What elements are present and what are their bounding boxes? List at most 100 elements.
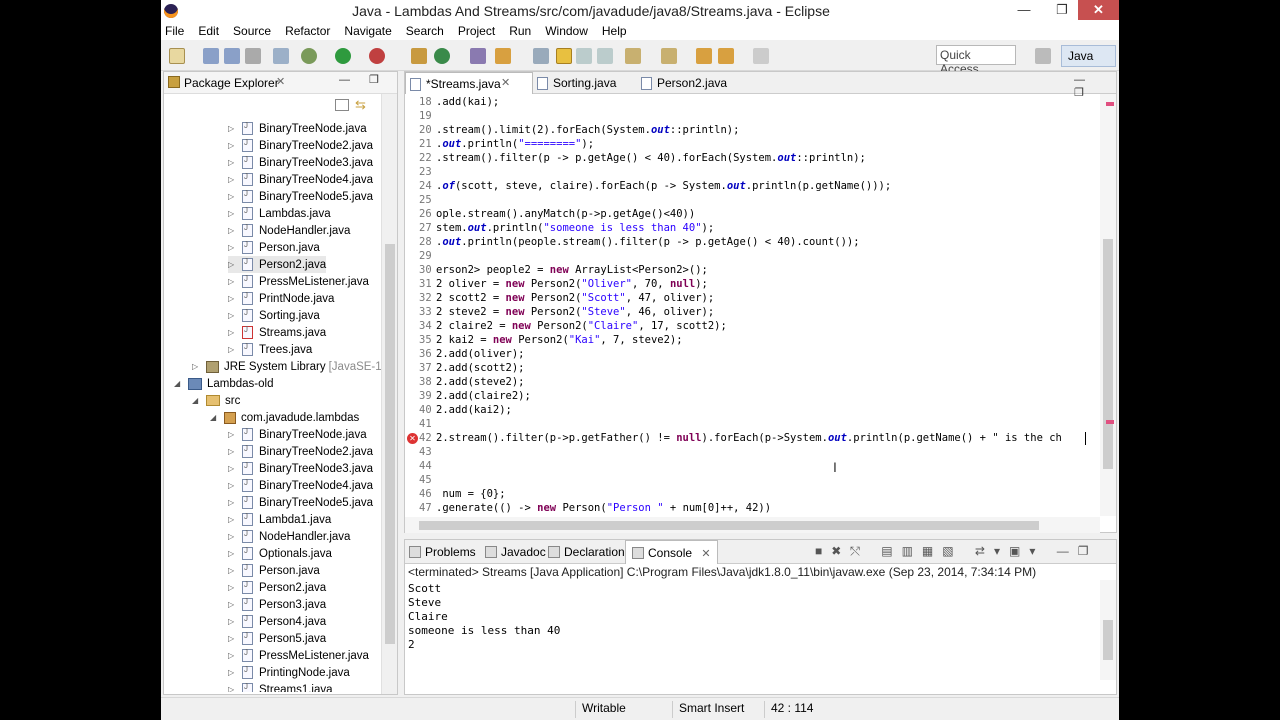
collapse-all-icon[interactable] — [335, 99, 349, 111]
code-line[interactable]: 2 kai2 = new Person2("Kai", 7, steve2); — [436, 334, 683, 346]
menu-file[interactable]: File — [165, 24, 184, 38]
code-line[interactable]: .stream().limit(2).forEach(System.out::p… — [436, 124, 739, 136]
overview-marker[interactable] — [1106, 102, 1114, 106]
tree-item[interactable]: ▷ Person4.java — [228, 613, 326, 630]
code-line[interactable]: 2.add(scott2); — [436, 362, 525, 374]
expand-arrow-icon[interactable]: ▷ — [228, 430, 238, 439]
expand-arrow-icon[interactable]: ▷ — [228, 226, 238, 235]
tree-item[interactable]: ▷ BinaryTreeNode2.java — [228, 443, 373, 460]
tree-item[interactable]: ▷ PressMeListener.java — [228, 647, 369, 664]
tree-item[interactable]: ▷ PrintNode.java — [228, 290, 334, 307]
expand-arrow-icon[interactable]: ▷ — [228, 260, 238, 269]
code-line[interactable]: .generate(() -> new Person("Person " + n… — [436, 502, 771, 514]
tab-person2-java[interactable]: Person2.java — [637, 72, 747, 94]
code-line[interactable]: erson2> people2 = new ArrayList<Person2>… — [436, 264, 708, 276]
expand-arrow-icon[interactable]: ▷ — [228, 294, 238, 303]
java-perspective-button[interactable]: Java — [1061, 45, 1116, 67]
mark-occurrences-icon[interactable] — [556, 48, 572, 64]
tree-item[interactable]: ▷ Person2.java — [228, 256, 327, 273]
last-edit-icon[interactable] — [696, 48, 712, 64]
tree-item[interactable]: ▷ PressMeListener.java — [228, 273, 369, 290]
expand-arrow-icon[interactable]: ▷ — [228, 583, 238, 592]
expand-arrow-icon[interactable]: ▷ — [228, 600, 238, 609]
expand-arrow-icon[interactable]: ▷ — [228, 498, 238, 507]
annotation-icon[interactable] — [533, 48, 549, 64]
new-class-icon[interactable] — [434, 48, 450, 64]
console-toolbar[interactable]: ■✖⤲ ▤▥▦▧ ⇄▾▣▾ —❐ — [815, 544, 1097, 559]
code-line[interactable]: 2.stream().filter(p->p.getFather() != nu… — [436, 432, 1062, 444]
expand-arrow-icon[interactable]: ▷ — [228, 566, 238, 575]
tab-streams-java[interactable]: *Streams.java ✕ — [405, 72, 533, 94]
tree-item[interactable]: ▷ BinaryTreeNode4.java — [228, 171, 373, 188]
close-tab-icon[interactable]: ✕ — [501, 76, 510, 89]
collapse-arrow-icon[interactable]: ◢ — [210, 413, 220, 422]
forward-icon[interactable] — [753, 48, 769, 64]
expand-arrow-icon[interactable]: ▷ — [228, 243, 238, 252]
console-scrollbar[interactable] — [1100, 580, 1116, 680]
tree-item[interactable]: ▷ BinaryTreeNode3.java — [228, 154, 373, 171]
debug-icon[interactable] — [301, 48, 317, 64]
show-whitespace-icon[interactable] — [597, 48, 613, 64]
code-line[interactable]: stem.out.println("someone is less than 4… — [436, 222, 714, 234]
expand-arrow-icon[interactable]: ▷ — [228, 141, 238, 150]
tree-item[interactable]: ▷ BinaryTreeNode.java — [228, 426, 367, 443]
tree-item[interactable]: ▷ NodeHandler.java — [228, 528, 350, 545]
menu-run[interactable]: Run — [509, 24, 531, 38]
error-marker-icon[interactable]: ✕ — [407, 433, 418, 444]
tree-item[interactable]: ▷ Person2.java — [228, 579, 326, 596]
editor-vertical-scrollbar[interactable] — [1100, 94, 1116, 516]
close-tab-icon[interactable]: ✕ — [701, 548, 710, 560]
code-line[interactable]: 2 scott2 = new Person2("Scott", 47, oliv… — [436, 292, 714, 304]
expand-arrow-icon[interactable]: ▷ — [228, 481, 238, 490]
close-button[interactable]: ✕ — [1078, 0, 1119, 20]
tree-item[interactable]: ▷ Person.java — [228, 239, 320, 256]
expand-arrow-icon[interactable]: ▷ — [228, 651, 238, 660]
package-explorer-tab[interactable]: Package Explorer ✕ — ❐ — [164, 72, 397, 94]
print-icon[interactable] — [245, 48, 261, 64]
tree-item[interactable]: ▷ NodeHandler.java — [228, 222, 350, 239]
tree-item[interactable]: ▷ JRE System Library[JavaSE-1.8] — [192, 358, 382, 375]
tree-item[interactable]: ▷ Person5.java — [228, 630, 326, 647]
tree-item[interactable]: ▷ Streams.java — [228, 324, 326, 341]
overview-marker[interactable] — [1106, 420, 1114, 424]
tree-item[interactable]: ▷ PrintingNode.java — [228, 664, 350, 681]
skip-breakpoints-icon[interactable] — [273, 48, 289, 64]
view-controls[interactable]: — ❐ — [339, 73, 387, 86]
tree-item[interactable]: ▷ BinaryTreeNode5.java — [228, 494, 373, 511]
expand-arrow-icon[interactable]: ▷ — [228, 158, 238, 167]
maximize-button[interactable]: ❐ — [1048, 0, 1076, 20]
code-line[interactable]: ople.stream().anyMatch(p->p.getAge()<40)… — [436, 208, 695, 220]
tree-item[interactable]: ▷ Trees.java — [228, 341, 312, 358]
tree-item[interactable]: ▷ BinaryTreeNode4.java — [228, 477, 373, 494]
code-line[interactable]: 2.add(oliver); — [436, 348, 525, 360]
save-all-icon[interactable] — [224, 48, 240, 64]
expand-arrow-icon[interactable]: ▷ — [228, 311, 238, 320]
expand-arrow-icon[interactable]: ▷ — [228, 617, 238, 626]
expand-arrow-icon[interactable]: ▷ — [228, 668, 238, 677]
collapse-arrow-icon[interactable]: ◢ — [174, 379, 184, 388]
menu-navigate[interactable]: Navigate — [344, 24, 391, 38]
back-icon[interactable] — [718, 48, 734, 64]
open-type-icon[interactable] — [470, 48, 486, 64]
code-line[interactable]: .stream().filter(p -> p.getAge() < 40).f… — [436, 152, 866, 164]
next-annotation-icon[interactable] — [625, 48, 641, 64]
close-tab-icon[interactable]: ✕ — [276, 75, 285, 88]
code-line[interactable]: 2.add(steve2); — [436, 376, 525, 388]
menu-help[interactable]: Help — [602, 24, 627, 38]
expand-arrow-icon[interactable]: ▷ — [192, 362, 202, 371]
tab-sorting-java[interactable]: Sorting.java — [533, 72, 637, 94]
code-line[interactable]: 2.add(claire2); — [436, 390, 531, 402]
code-line[interactable]: 2 claire2 = new Person2("Claire", 17, sc… — [436, 320, 727, 332]
tree-item[interactable]: ▷ Person3.java — [228, 596, 326, 613]
minimize-button[interactable]: — — [1010, 0, 1038, 20]
tree-item[interactable]: ▷ Sorting.java — [228, 307, 320, 324]
code-area[interactable]: 18 .add(kai); 19 20 .stream().limit(2).forEa… — [405, 94, 1100, 516]
code-line[interactable]: num = {0}; — [436, 488, 505, 500]
tree-item[interactable]: ▷ Streams1.java — [228, 681, 333, 692]
menu-project[interactable]: Project — [458, 24, 495, 38]
tree-item[interactable]: ▷ BinaryTreeNode5.java — [228, 188, 373, 205]
tab-declaration[interactable]: Declaration — [548, 545, 625, 559]
tree-item[interactable]: ▷ BinaryTreeNode.java — [228, 120, 367, 137]
tree-item[interactable]: ▷ Person.java — [228, 562, 320, 579]
new-java-project-icon[interactable] — [411, 48, 427, 64]
